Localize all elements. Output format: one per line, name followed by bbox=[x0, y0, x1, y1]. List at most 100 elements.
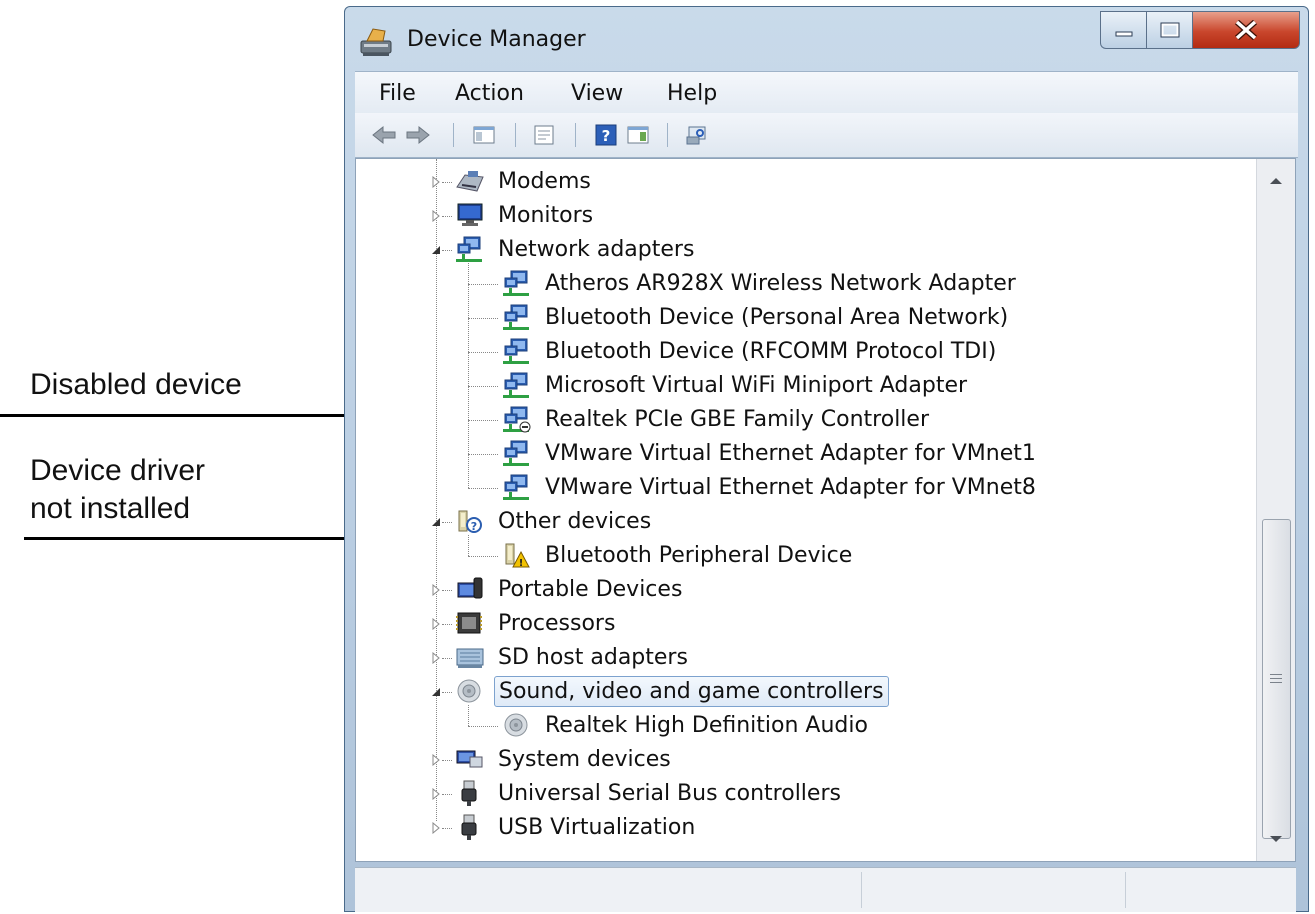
speaker-icon bbox=[457, 679, 481, 703]
tree-item-label: Portable Devices bbox=[498, 576, 683, 602]
tree-connector bbox=[442, 692, 452, 693]
collapse-arrow-icon[interactable] bbox=[430, 244, 442, 256]
vertical-scrollbar[interactable] bbox=[1256, 159, 1295, 861]
tree-connector bbox=[468, 535, 469, 556]
minimize-button[interactable] bbox=[1100, 11, 1146, 49]
tree-connector bbox=[468, 556, 498, 557]
tree-category[interactable]: SD host adapters bbox=[454, 641, 692, 673]
collapse-arrow-icon[interactable] bbox=[430, 686, 442, 698]
tree-connector bbox=[442, 590, 452, 591]
network-adapter-icon bbox=[503, 338, 529, 364]
expand-arrow-icon[interactable] bbox=[430, 822, 442, 834]
network-adapter-disabled-icon bbox=[503, 406, 531, 433]
scan-hardware-icon[interactable] bbox=[685, 124, 707, 146]
menu-action[interactable]: Action bbox=[455, 81, 524, 106]
show-hide-console-tree-icon[interactable] bbox=[473, 124, 495, 146]
expand-arrow-icon[interactable] bbox=[430, 652, 442, 664]
tree-item-label: VMware Virtual Ethernet Adapter for VMne… bbox=[545, 474, 1036, 500]
title-bar[interactable]: Device Manager bbox=[345, 7, 1308, 67]
tree-item-label: Bluetooth Device (RFCOMM Protocol TDI) bbox=[545, 338, 997, 364]
scroll-grip-line bbox=[1270, 674, 1282, 675]
close-button[interactable] bbox=[1192, 11, 1300, 49]
close-icon bbox=[1235, 20, 1257, 40]
tree-connector bbox=[442, 216, 452, 217]
tree-item-label: System devices bbox=[498, 746, 671, 772]
tree-item-label: VMware Virtual Ethernet Adapter for VMne… bbox=[545, 440, 1036, 466]
sd-adapter-icon bbox=[456, 648, 484, 668]
tree-device[interactable]: Bluetooth Device (Personal Area Network) bbox=[501, 301, 1012, 333]
tree-connector bbox=[468, 705, 469, 726]
tree-item-label: Bluetooth Peripheral Device bbox=[545, 542, 853, 568]
tree-category[interactable]: Portable Devices bbox=[454, 573, 686, 605]
expand-arrow-icon[interactable] bbox=[430, 210, 442, 222]
expand-arrow-icon[interactable] bbox=[430, 788, 442, 800]
tree-connector bbox=[468, 420, 498, 421]
menu-help[interactable]: Help bbox=[667, 81, 717, 106]
tree-category[interactable]: Monitors bbox=[454, 199, 597, 231]
tree-device[interactable]: VMware Virtual Ethernet Adapter for VMne… bbox=[501, 471, 1040, 503]
collapse-arrow-icon[interactable] bbox=[430, 516, 442, 528]
tree-device[interactable]: Atheros AR928X Wireless Network Adapter bbox=[501, 267, 1020, 299]
menu-file[interactable]: File bbox=[379, 81, 416, 106]
warning-device-icon: ! bbox=[505, 543, 530, 569]
tree-category[interactable]: Universal Serial Bus controllers bbox=[454, 777, 845, 809]
help-icon[interactable]: ? bbox=[595, 124, 617, 146]
tree-connector bbox=[442, 522, 452, 523]
tree-category[interactable]: USB Virtualization bbox=[454, 811, 699, 843]
scroll-grip-line bbox=[1270, 678, 1282, 679]
toolbar-separator bbox=[575, 123, 576, 147]
toolbar-separator bbox=[453, 123, 454, 147]
device-manager-window: Device Manager File Action View Help ? M… bbox=[344, 6, 1309, 912]
tree-device[interactable]: Microsoft Virtual WiFi Miniport Adapter bbox=[501, 369, 971, 401]
tree-device[interactable]: Realtek PCIe GBE Family Controller bbox=[501, 403, 933, 435]
expand-arrow-icon[interactable] bbox=[430, 618, 442, 630]
tree-connector bbox=[468, 284, 498, 285]
tree-connector bbox=[468, 263, 469, 488]
annotation-driver-not-installed: Device driver not installed bbox=[30, 454, 206, 525]
scroll-down-arrow-icon[interactable] bbox=[1257, 821, 1295, 857]
expand-arrow-icon[interactable] bbox=[430, 754, 442, 766]
tree-connector bbox=[468, 352, 498, 353]
tree-device[interactable]: VMware Virtual Ethernet Adapter for VMne… bbox=[501, 437, 1040, 469]
forward-icon[interactable] bbox=[405, 124, 431, 146]
tree-category[interactable]: ? Other devices bbox=[454, 505, 655, 537]
network-adapter-icon bbox=[503, 372, 529, 398]
toolbar-separator bbox=[515, 123, 516, 147]
expand-arrow-icon[interactable] bbox=[430, 176, 442, 188]
tree-device[interactable]: Realtek High Definition Audio bbox=[501, 709, 872, 741]
svg-text:?: ? bbox=[471, 520, 477, 533]
expand-arrow-icon[interactable] bbox=[430, 584, 442, 596]
scroll-up-arrow-icon[interactable] bbox=[1257, 163, 1295, 199]
maximize-button[interactable] bbox=[1146, 11, 1192, 49]
modem-icon bbox=[456, 171, 484, 192]
unknown-device-icon: ? bbox=[458, 510, 482, 533]
tree-connector bbox=[468, 386, 498, 387]
speaker-icon bbox=[504, 713, 528, 737]
back-icon[interactable] bbox=[371, 124, 397, 146]
monitor-icon bbox=[457, 203, 483, 226]
network-adapter-icon bbox=[503, 474, 529, 500]
properties-icon[interactable] bbox=[533, 124, 555, 146]
action-pane-icon[interactable] bbox=[627, 124, 649, 146]
menu-view[interactable]: View bbox=[571, 81, 623, 106]
menu-bar: File Action View Help bbox=[355, 71, 1298, 114]
tree-category[interactable]: System devices bbox=[454, 743, 675, 775]
tree-category[interactable]: Modems bbox=[454, 165, 595, 197]
tree-device[interactable]: ! Bluetooth Peripheral Device bbox=[501, 539, 856, 571]
status-divider bbox=[1125, 872, 1126, 908]
tree-item-label: Realtek PCIe GBE Family Controller bbox=[545, 406, 930, 432]
device-tree: Modems Monitors Network adapters Atheros AR… bbox=[356, 159, 1249, 861]
tree-device[interactable]: Bluetooth Device (RFCOMM Protocol TDI) bbox=[501, 335, 1000, 367]
tree-connector bbox=[468, 726, 498, 727]
scroll-thumb[interactable] bbox=[1262, 519, 1291, 839]
svg-text:!: ! bbox=[519, 558, 524, 569]
tree-category[interactable]: Network adapters bbox=[454, 233, 698, 265]
tree-category[interactable]: Processors bbox=[454, 607, 619, 639]
status-bar bbox=[355, 867, 1296, 912]
tree-connector bbox=[442, 182, 452, 183]
tree-item-label: Sound, video and game controllers bbox=[494, 675, 889, 707]
tree-category[interactable]: Sound, video and game controllers bbox=[454, 675, 889, 707]
caption-buttons bbox=[1100, 11, 1300, 51]
tree-item-label: SD host adapters bbox=[498, 644, 688, 670]
tree-item-label: Network adapters bbox=[498, 236, 695, 262]
